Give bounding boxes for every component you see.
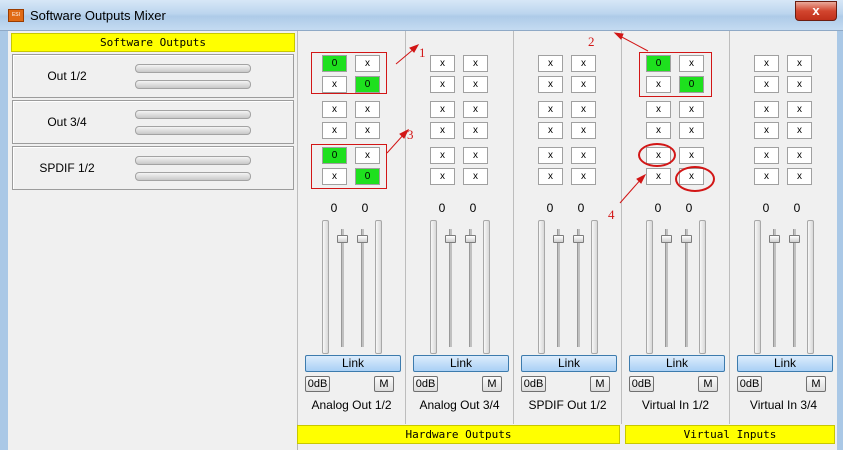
annotation-label-3: 3 [407,127,414,142]
annotation-arrows [386,32,649,204]
annotation-label-4: 4 [608,207,615,222]
annotation-arrow-2 [617,34,649,52]
annotation-label-2: 2 [588,34,595,49]
app-logo-icon: ESI [8,9,24,22]
annotation-arrowhead-2 [613,32,624,40]
title-bar: ESI Software Outputs Mixer x [0,0,843,31]
annotation-label-1: 1 [419,45,426,60]
close-button[interactable]: x [795,1,837,21]
mixer-client-area: Software Outputs Out 1/2 Out 3/4 SPDIF 1… [8,31,837,450]
window-title: Software Outputs Mixer [30,8,166,23]
annotation-arrow-4 [619,177,643,204]
